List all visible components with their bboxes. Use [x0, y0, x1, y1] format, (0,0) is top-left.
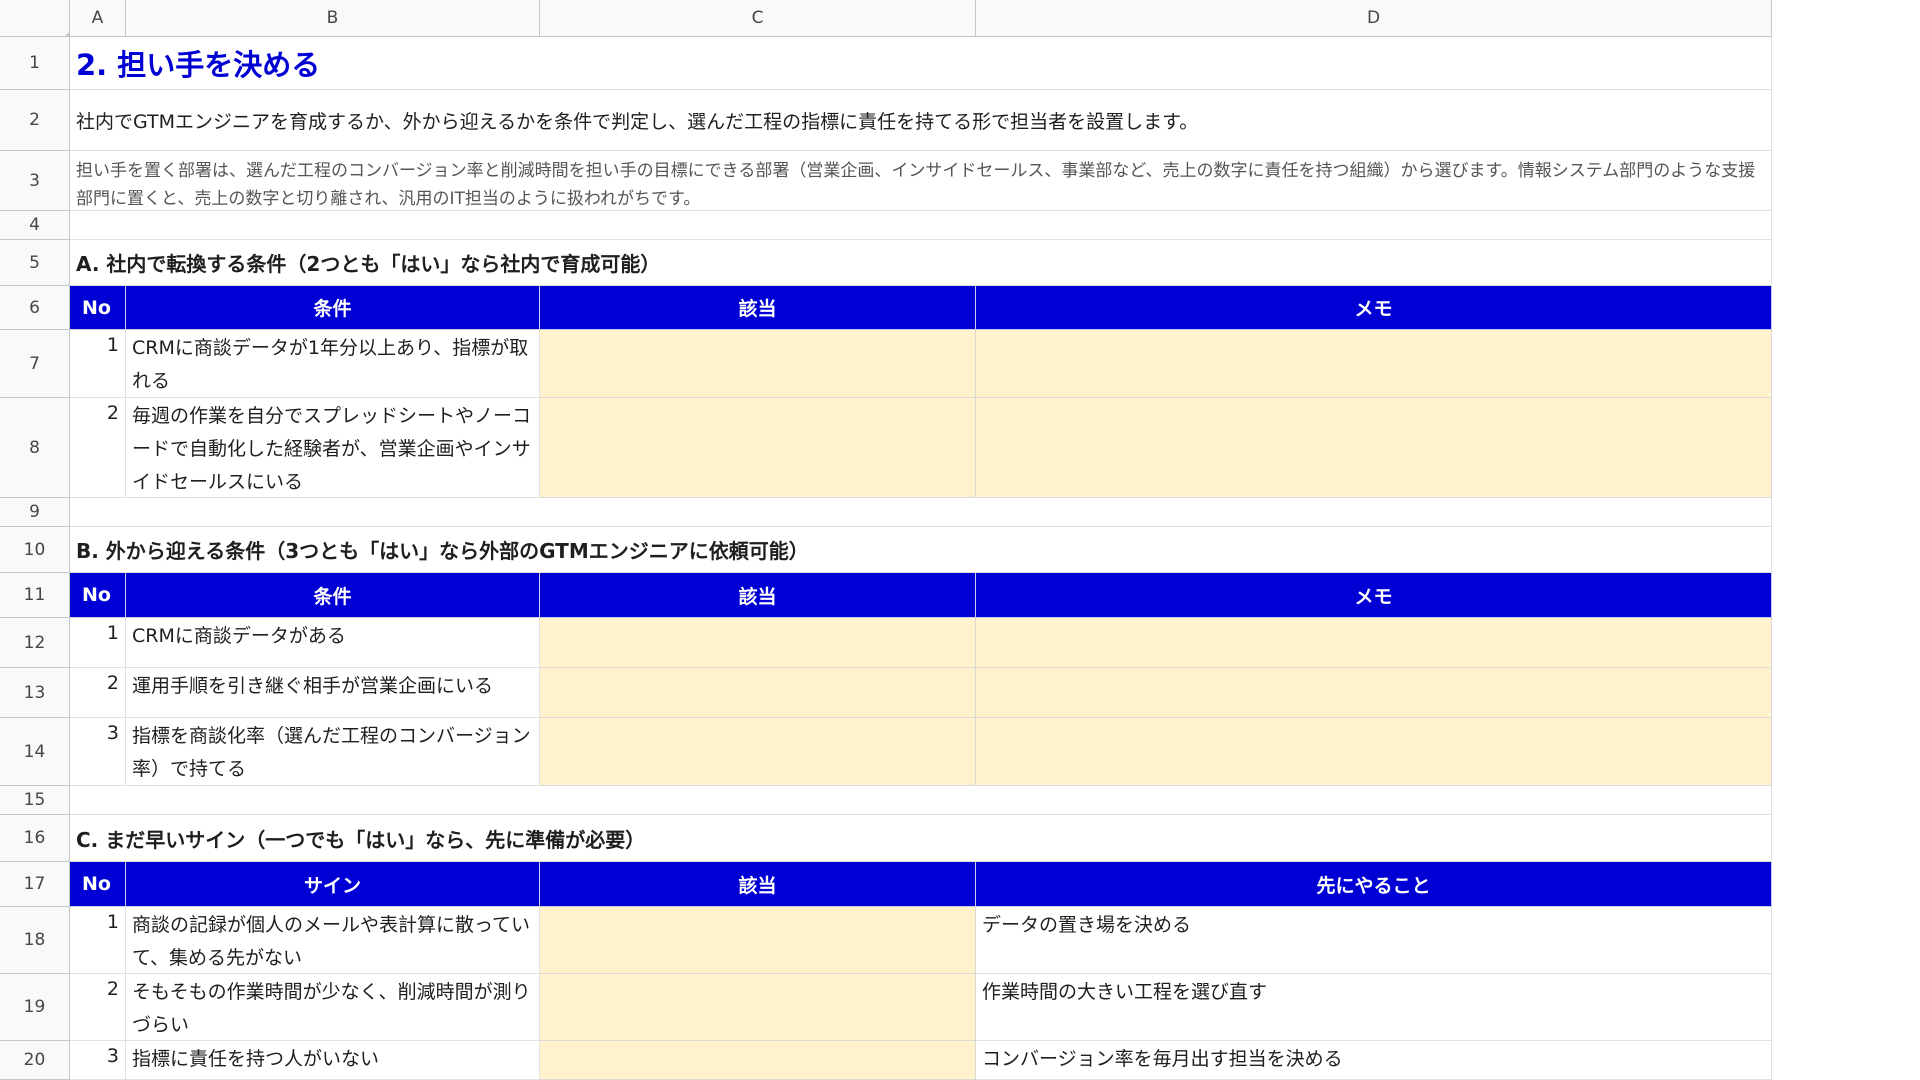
- blank-row[interactable]: [70, 498, 1772, 527]
- section-b-row-3-condition[interactable]: 指標を商談化率（選んだ工程のコンバージョン率）で持てる: [126, 718, 540, 786]
- row-header-5[interactable]: 5: [0, 240, 70, 286]
- row-header-18[interactable]: 18: [0, 907, 70, 974]
- section-b-row-2-condition[interactable]: 運用手順を引き継ぐ相手が営業企画にいる: [126, 668, 540, 718]
- spreadsheet-grid: A B C D 1 2 3 4 5 6 7 8 9 10 11 12 13 14…: [0, 0, 1920, 1080]
- section-a-row-1-no[interactable]: 1: [70, 330, 126, 398]
- section-c-row-1-todo[interactable]: データの置き場を決める: [976, 907, 1772, 974]
- section-b-header-no[interactable]: No: [70, 573, 126, 618]
- section-a-row-1-condition[interactable]: CRMに商談データが1年分以上あり、指標が取れる: [126, 330, 540, 398]
- row-header-17[interactable]: 17: [0, 862, 70, 907]
- section-c-row-1-no[interactable]: 1: [70, 907, 126, 974]
- section-c-row-2-no[interactable]: 2: [70, 974, 126, 1041]
- section-b-row-1-memo-input[interactable]: [976, 618, 1772, 668]
- section-b-header-applies[interactable]: 該当: [540, 573, 976, 618]
- section-a-header-condition[interactable]: 条件: [126, 286, 540, 330]
- column-header-a[interactable]: A: [70, 0, 126, 37]
- section-c-row-3-no[interactable]: 3: [70, 1041, 126, 1080]
- row-header-15[interactable]: 15: [0, 786, 70, 815]
- section-b-row-1-no[interactable]: 1: [70, 618, 126, 668]
- section-b-row-2-memo-input[interactable]: [976, 668, 1772, 718]
- section-a-row-2-no[interactable]: 2: [70, 398, 126, 498]
- row-header-14[interactable]: 14: [0, 718, 70, 786]
- department-note[interactable]: 担い手を置く部署は、選んだ工程のコンバージョン率と削減時間を担い手の目標にできる…: [70, 151, 1772, 211]
- intro-text[interactable]: 社内でGTMエンジニアを育成するか、外から迎えるかを条件で判定し、選んだ工程の指…: [70, 90, 1772, 151]
- section-c-row-1-sign[interactable]: 商談の記録が個人のメールや表計算に散っていて、集める先がない: [126, 907, 540, 974]
- section-b-row-2-no[interactable]: 2: [70, 668, 126, 718]
- column-header-d[interactable]: D: [976, 0, 1772, 37]
- section-b-row-3-no[interactable]: 3: [70, 718, 126, 786]
- section-c-header-no[interactable]: No: [70, 862, 126, 907]
- section-a-row-1-memo-input[interactable]: [976, 330, 1772, 398]
- section-b-row-2-applies-input[interactable]: [540, 668, 976, 718]
- section-b-row-3-memo-input[interactable]: [976, 718, 1772, 786]
- row-header-12[interactable]: 12: [0, 618, 70, 668]
- row-header-6[interactable]: 6: [0, 286, 70, 330]
- row-header-1[interactable]: 1: [0, 37, 70, 90]
- row-header-16[interactable]: 16: [0, 815, 70, 862]
- section-c-row-2-sign[interactable]: そもそもの作業時間が少なく、削減時間が測りづらい: [126, 974, 540, 1041]
- blank-row[interactable]: [70, 786, 1772, 815]
- section-c-row-3-applies-input[interactable]: [540, 1041, 976, 1080]
- row-header-19[interactable]: 19: [0, 974, 70, 1041]
- section-c-heading[interactable]: C. まだ早いサイン（一つでも「はい」なら、先に準備が必要）: [70, 815, 1772, 862]
- blank-row[interactable]: [70, 211, 1772, 240]
- select-all-corner[interactable]: [0, 0, 70, 37]
- section-c-header-applies[interactable]: 該当: [540, 862, 976, 907]
- row-header-3[interactable]: 3: [0, 151, 70, 211]
- section-c-row-1-applies-input[interactable]: [540, 907, 976, 974]
- section-a-row-2-condition[interactable]: 毎週の作業を自分でスプレッドシートやノーコードで自動化した経験者が、営業企画やイ…: [126, 398, 540, 498]
- section-c-row-2-applies-input[interactable]: [540, 974, 976, 1041]
- section-c-row-3-sign[interactable]: 指標に責任を持つ人がいない: [126, 1041, 540, 1080]
- row-header-2[interactable]: 2: [0, 90, 70, 151]
- section-b-row-1-condition[interactable]: CRMに商談データがある: [126, 618, 540, 668]
- section-b-heading[interactable]: B. 外から迎える条件（3つとも「はい」なら外部のGTMエンジニアに依頼可能）: [70, 527, 1772, 573]
- section-c-row-2-todo[interactable]: 作業時間の大きい工程を選び直す: [976, 974, 1772, 1041]
- section-b-header-condition[interactable]: 条件: [126, 573, 540, 618]
- section-a-row-2-applies-input[interactable]: [540, 398, 976, 498]
- section-b-row-3-applies-input[interactable]: [540, 718, 976, 786]
- row-header-13[interactable]: 13: [0, 668, 70, 718]
- row-header-20[interactable]: 20: [0, 1041, 70, 1080]
- row-header-10[interactable]: 10: [0, 527, 70, 573]
- row-header-7[interactable]: 7: [0, 330, 70, 398]
- row-header-4[interactable]: 4: [0, 211, 70, 240]
- column-header-b[interactable]: B: [126, 0, 540, 37]
- section-c-header-sign[interactable]: サイン: [126, 862, 540, 907]
- section-a-header-applies[interactable]: 該当: [540, 286, 976, 330]
- section-c-row-3-todo[interactable]: コンバージョン率を毎月出す担当を決める: [976, 1041, 1772, 1080]
- column-header-c[interactable]: C: [540, 0, 976, 37]
- page-title[interactable]: 2. 担い手を決める: [70, 37, 1772, 90]
- row-header-8[interactable]: 8: [0, 398, 70, 498]
- section-a-header-memo[interactable]: メモ: [976, 286, 1772, 330]
- section-b-header-memo[interactable]: メモ: [976, 573, 1772, 618]
- section-a-header-no[interactable]: No: [70, 286, 126, 330]
- section-b-row-1-applies-input[interactable]: [540, 618, 976, 668]
- row-header-9[interactable]: 9: [0, 498, 70, 527]
- section-a-row-1-applies-input[interactable]: [540, 330, 976, 398]
- row-header-11[interactable]: 11: [0, 573, 70, 618]
- section-c-header-todo[interactable]: 先にやること: [976, 862, 1772, 907]
- section-a-heading[interactable]: A. 社内で転換する条件（2つとも「はい」なら社内で育成可能）: [70, 240, 1772, 286]
- section-a-row-2-memo-input[interactable]: [976, 398, 1772, 498]
